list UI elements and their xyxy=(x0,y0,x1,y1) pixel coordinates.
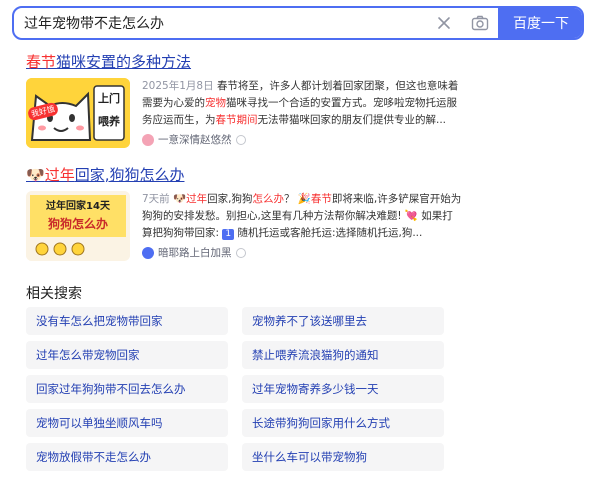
snippet-text: 无法带猫咪回家的朋友们提供专业的解... xyxy=(257,114,447,126)
related-search-item[interactable]: 宠物放假带不走怎么办 xyxy=(26,443,228,471)
snippet-highlight: 春节 xyxy=(310,193,332,205)
related-search-item[interactable]: 宠物可以单独坐顺风车吗 xyxy=(26,409,228,437)
camera-icon xyxy=(471,15,489,31)
related-search-item[interactable]: 长途带狗狗回家用什么方式 xyxy=(242,409,444,437)
search-input[interactable] xyxy=(14,8,426,38)
search-result: 🐶过年回家,狗狗怎么办 过年回家14天 狗狗怎么办 7天前 🐶过年回家,狗狗怎么… xyxy=(26,165,586,261)
result-title[interactable]: 🐶过年回家,狗狗怎么办 xyxy=(26,165,586,185)
thumb-caption-1: 上门 xyxy=(98,92,120,105)
source-name: 一意深情赵悠然 xyxy=(158,134,232,146)
search-button[interactable]: 百度一下 xyxy=(498,8,582,38)
more-options-icon[interactable] xyxy=(235,247,246,258)
source-name: 暗耶路上白加黑 xyxy=(158,247,232,259)
search-bar: 百度一下 xyxy=(12,6,584,40)
related-search-item[interactable]: 过年宠物寄养多少钱一天 xyxy=(242,375,444,403)
snippet-text: ？ 🎉 xyxy=(283,193,311,205)
snippet-highlight: 春节期间 xyxy=(215,114,258,126)
search-results-page: 百度一下 春节猫咪安置的多种方法 我好饿 上门 喂养 xyxy=(0,0,600,480)
thumb-caption-2: 喂养 xyxy=(98,115,120,128)
author-avatar-icon xyxy=(142,133,154,146)
result-thumbnail[interactable]: 过年回家14天 狗狗怎么办 xyxy=(26,191,130,261)
result-content: 2025年1月8日 春节将至，许多人都计划着回家团聚，但这也意味着需要为心爱的宠… xyxy=(142,78,462,148)
related-search-item[interactable]: 没有车怎么把宠物带回家 xyxy=(26,307,228,335)
thumb-caption-1: 过年回家14天 xyxy=(46,201,110,212)
snippet-highlight: 宠物 xyxy=(205,97,226,109)
thumb-caption-2: 狗狗怎么办 xyxy=(47,217,108,231)
result-thumbnail[interactable]: 我好饿 上门 喂养 xyxy=(26,78,130,148)
clear-button[interactable] xyxy=(426,8,462,38)
related-search-item[interactable]: 宠物养不了该送哪里去 xyxy=(242,307,444,335)
result-body: 过年回家14天 狗狗怎么办 7天前 🐶过年回家,狗狗怎么办？ 🎉春节即将来临,许… xyxy=(26,191,586,261)
snippet-highlight: 过年 xyxy=(186,193,208,205)
related-searches-grid: 没有车怎么把宠物带回家 宠物养不了该送哪里去 过年怎么带宠物回家 禁止喂养流浪猫… xyxy=(26,307,444,471)
title-emoji: 🐶 xyxy=(26,166,45,184)
close-icon xyxy=(438,17,450,29)
title-highlight: 春节 xyxy=(26,53,57,71)
snippet-text: 🐶 xyxy=(173,193,187,205)
image-search-button[interactable] xyxy=(462,8,498,38)
snippet-text: 随机托运或客舱托运:选择随机托运,狗... xyxy=(234,227,423,239)
result-content: 7天前 🐶过年回家,狗狗怎么办？ 🎉春节即将来临,许多铲屎官开始为狗狗的安排发愁… xyxy=(142,191,462,261)
snippet-highlight: 怎么办 xyxy=(252,193,284,205)
related-search-item[interactable]: 过年怎么带宠物回家 xyxy=(26,341,228,369)
result-source[interactable]: 暗耶路上白加黑 xyxy=(142,245,462,260)
result-date: 7天前 xyxy=(142,193,170,205)
related-search-item[interactable]: 坐什么车可以带宠物狗 xyxy=(242,443,444,471)
search-result: 春节猫咪安置的多种方法 我好饿 上门 喂养 2025年1月8日 春节将至，许多人… xyxy=(26,52,586,148)
result-snippet: 2025年1月8日 春节将至，许多人都计划着回家团聚，但这也意味着需要为心爱的宠… xyxy=(142,78,462,129)
title-highlight: 过年 xyxy=(44,166,75,184)
result-source[interactable]: 一意深情赵悠然 xyxy=(142,132,462,147)
related-searches-title: 相关搜索 xyxy=(26,286,82,302)
number-badge: 1 xyxy=(222,229,235,240)
title-text: 猫咪安置的多种方法 xyxy=(56,53,192,71)
related-search-item[interactable]: 回家过年狗狗带不回去怎么办 xyxy=(26,375,228,403)
snippet-text: 回家,狗狗 xyxy=(207,193,253,205)
result-snippet: 7天前 🐶过年回家,狗狗怎么办？ 🎉春节即将来临,许多铲屎官开始为狗狗的安排发愁… xyxy=(142,191,462,242)
result-title[interactable]: 春节猫咪安置的多种方法 xyxy=(26,52,586,72)
more-options-icon[interactable] xyxy=(235,134,246,145)
author-avatar-icon xyxy=(142,246,154,259)
result-date: 2025年1月8日 xyxy=(142,80,214,92)
result-body: 我好饿 上门 喂养 2025年1月8日 春节将至，许多人都计划着回家团聚，但这也… xyxy=(26,78,586,148)
related-search-item[interactable]: 禁止喂养流浪猫狗的通知 xyxy=(242,341,444,369)
title-text: 回家,狗狗怎么办 xyxy=(74,166,185,184)
